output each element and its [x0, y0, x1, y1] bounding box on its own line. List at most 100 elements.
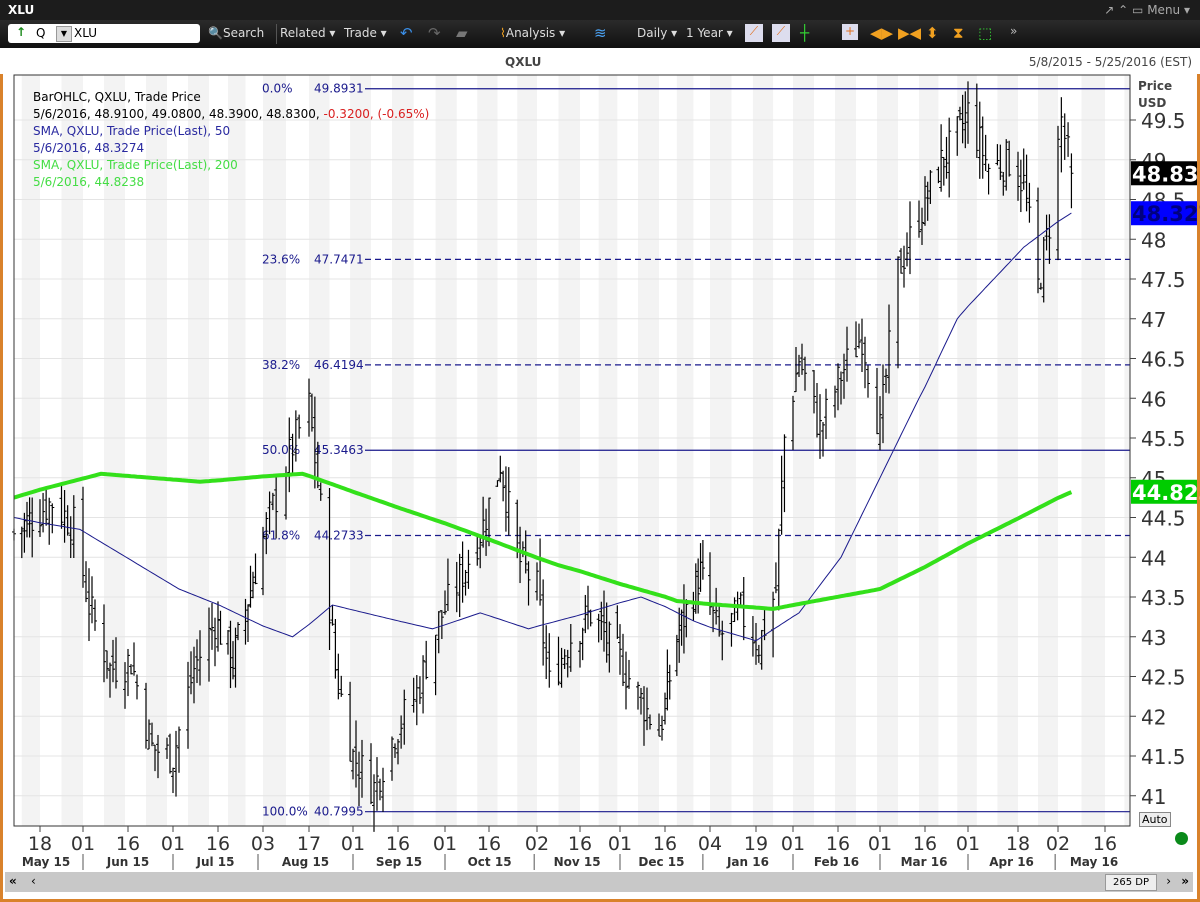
compare-chart-icon[interactable]: ⟋ — [772, 24, 790, 42]
month-label: Nov 15 — [554, 855, 601, 869]
chart-legend: BarOHLC, QXLU, Trade Price 5/6/2016, 48.… — [33, 89, 429, 191]
scroll-left-icon[interactable]: ‹ — [31, 874, 36, 888]
line-chart-icon[interactable]: ⟋ — [745, 24, 763, 42]
popout-icon[interactable]: ↗ — [1104, 3, 1114, 17]
month-label: Jun 15 — [106, 855, 149, 869]
legend-sma200-value: 5/6/2016, 44.8238 — [33, 175, 145, 189]
x-tick-label: 01 — [868, 833, 892, 855]
y-tick-label: 47 — [1141, 308, 1166, 332]
trade-menu[interactable]: Trade ▾ — [344, 26, 387, 40]
month-label: Apr 16 — [989, 855, 1034, 869]
period-menu[interactable]: Daily ▾ — [637, 26, 677, 40]
prefix-dropdown[interactable]: ▼ — [56, 26, 72, 42]
search-button[interactable]: 🔍Search — [208, 26, 264, 40]
fib-value: 46.4194 — [314, 358, 364, 372]
fib-value: 40.7995 — [314, 805, 364, 819]
compress-horizontal-icon[interactable]: ▶◀ — [898, 24, 921, 42]
month-label: Jul 15 — [196, 855, 235, 869]
price-flag-label: 44.823 — [1132, 481, 1200, 505]
month-label: May 15 — [22, 855, 70, 869]
legend-ohlc-values: 5/6/2016, 48.9100, 49.0800, 48.3900, 48.… — [33, 107, 324, 121]
fib-percent: 38.2% — [262, 358, 300, 372]
y-tick-label: 43.5 — [1141, 586, 1186, 610]
y-tick-label: 47.5 — [1141, 268, 1186, 292]
status-indicator — [1175, 832, 1188, 845]
fib-value: 45.3463 — [314, 443, 364, 457]
window-title: XLU — [8, 3, 35, 17]
data-points-box[interactable]: 265 DP — [1105, 874, 1157, 891]
x-tick-label: 02 — [525, 833, 549, 855]
y-tick-label: 49.5 — [1141, 109, 1186, 133]
x-tick-label: 16 — [116, 833, 140, 855]
x-tick-label: 16 — [913, 833, 937, 855]
symbol-input[interactable] — [74, 25, 194, 40]
collapse-icon[interactable]: ⌃ — [1118, 3, 1128, 17]
analysis-menu[interactable]: ⌇Analysis ▾ — [500, 26, 565, 40]
x-tick-label: 01 — [433, 833, 457, 855]
x-tick-label: 01 — [781, 833, 805, 855]
folder-icon[interactable]: ▰ — [456, 24, 468, 42]
y-tick-label: 42 — [1141, 705, 1166, 729]
studies-icon[interactable]: ≋ — [594, 24, 607, 42]
add-panel-icon[interactable]: + — [842, 24, 858, 40]
redo-icon[interactable]: ↷ — [428, 24, 441, 42]
axis-title: Price USD — [1138, 78, 1172, 112]
y-tick-label: 41.5 — [1141, 745, 1186, 769]
time-scrollbar[interactable]: « ‹ 265 DP › » — [5, 872, 1193, 892]
x-tick-label: 01 — [608, 833, 632, 855]
select-zoom-icon[interactable]: ⬚ — [978, 24, 992, 42]
x-tick-label: 01 — [956, 833, 980, 855]
legend-sma50-value: 5/6/2016, 48.3274 — [33, 141, 145, 155]
fib-value: 44.2733 — [314, 529, 364, 543]
x-tick-label: 19 — [744, 833, 768, 855]
y-tick-label: 44.5 — [1141, 507, 1186, 531]
expand-vertical-icon[interactable]: ⬍ — [926, 24, 939, 42]
expand-horizontal-icon[interactable]: ◀▶ — [870, 24, 893, 42]
fib-percent: 61.8% — [262, 529, 300, 543]
month-label: Feb 16 — [814, 855, 859, 869]
more-icon[interactable]: » — [1010, 24, 1017, 38]
x-tick-label: 01 — [71, 833, 95, 855]
auto-scale-button[interactable]: Auto — [1139, 812, 1171, 827]
scroll-end-icon[interactable]: » — [1181, 874, 1189, 888]
fib-percent: 23.6% — [262, 252, 300, 266]
legend-ohlc: 5/6/2016, 48.9100, 49.0800, 48.3900, 48.… — [33, 106, 429, 123]
legend-sma200-label: SMA, QXLU, Trade Price(Last), 200 — [33, 158, 238, 172]
undo-icon[interactable]: ↶ — [400, 24, 413, 42]
maximize-icon[interactable]: ▭ — [1132, 3, 1143, 17]
related-menu[interactable]: Related ▾ — [280, 26, 335, 40]
range-menu[interactable]: 1 Year ▾ — [686, 26, 733, 40]
crosshair-icon[interactable]: ┼ — [800, 24, 809, 42]
legend-sma50-label: SMA, QXLU, Trade Price(Last), 50 — [33, 124, 231, 138]
compress-vertical-icon[interactable]: ⧗ — [953, 24, 964, 42]
window-controls[interactable]: ↗ ⌃ ▭ Menu ▾ — [1104, 3, 1190, 17]
x-tick-label: 16 — [653, 833, 677, 855]
y-tick-label: 46.5 — [1141, 348, 1186, 372]
month-label: Jan 16 — [726, 855, 769, 869]
symbol-prefix: Q — [36, 26, 46, 40]
month-label: Dec 15 — [638, 855, 684, 869]
x-tick-label: 16 — [826, 833, 850, 855]
sma50-line — [13, 212, 1072, 642]
menu-button[interactable]: Menu — [1147, 3, 1180, 17]
price-flag-label: 48.83 — [1132, 162, 1198, 186]
y-tick-label: 43 — [1141, 626, 1166, 650]
x-tick-label: 16 — [568, 833, 592, 855]
search-label: Search — [222, 26, 265, 40]
magnifier-icon: 🔍 — [208, 26, 223, 40]
legend-change: -0.3200, (-0.65%) — [323, 107, 430, 121]
fib-value: 47.7471 — [314, 252, 364, 266]
scroll-start-icon[interactable]: « — [9, 874, 17, 888]
month-label: Mar 16 — [901, 855, 948, 869]
x-tick-label: 16 — [1093, 833, 1117, 855]
x-tick-label: 04 — [698, 833, 722, 855]
month-label: May 16 — [1070, 855, 1118, 869]
y-tick-label: 46 — [1141, 387, 1166, 411]
x-tick-label: 01 — [341, 833, 365, 855]
fib-percent: 100.0% — [262, 805, 308, 819]
y-tick-label: 48 — [1141, 228, 1166, 252]
x-tick-label: 18 — [28, 833, 52, 855]
currency-label: USD — [1138, 96, 1167, 110]
scroll-right-icon[interactable]: › — [1166, 874, 1171, 888]
x-tick-label: 16 — [477, 833, 501, 855]
